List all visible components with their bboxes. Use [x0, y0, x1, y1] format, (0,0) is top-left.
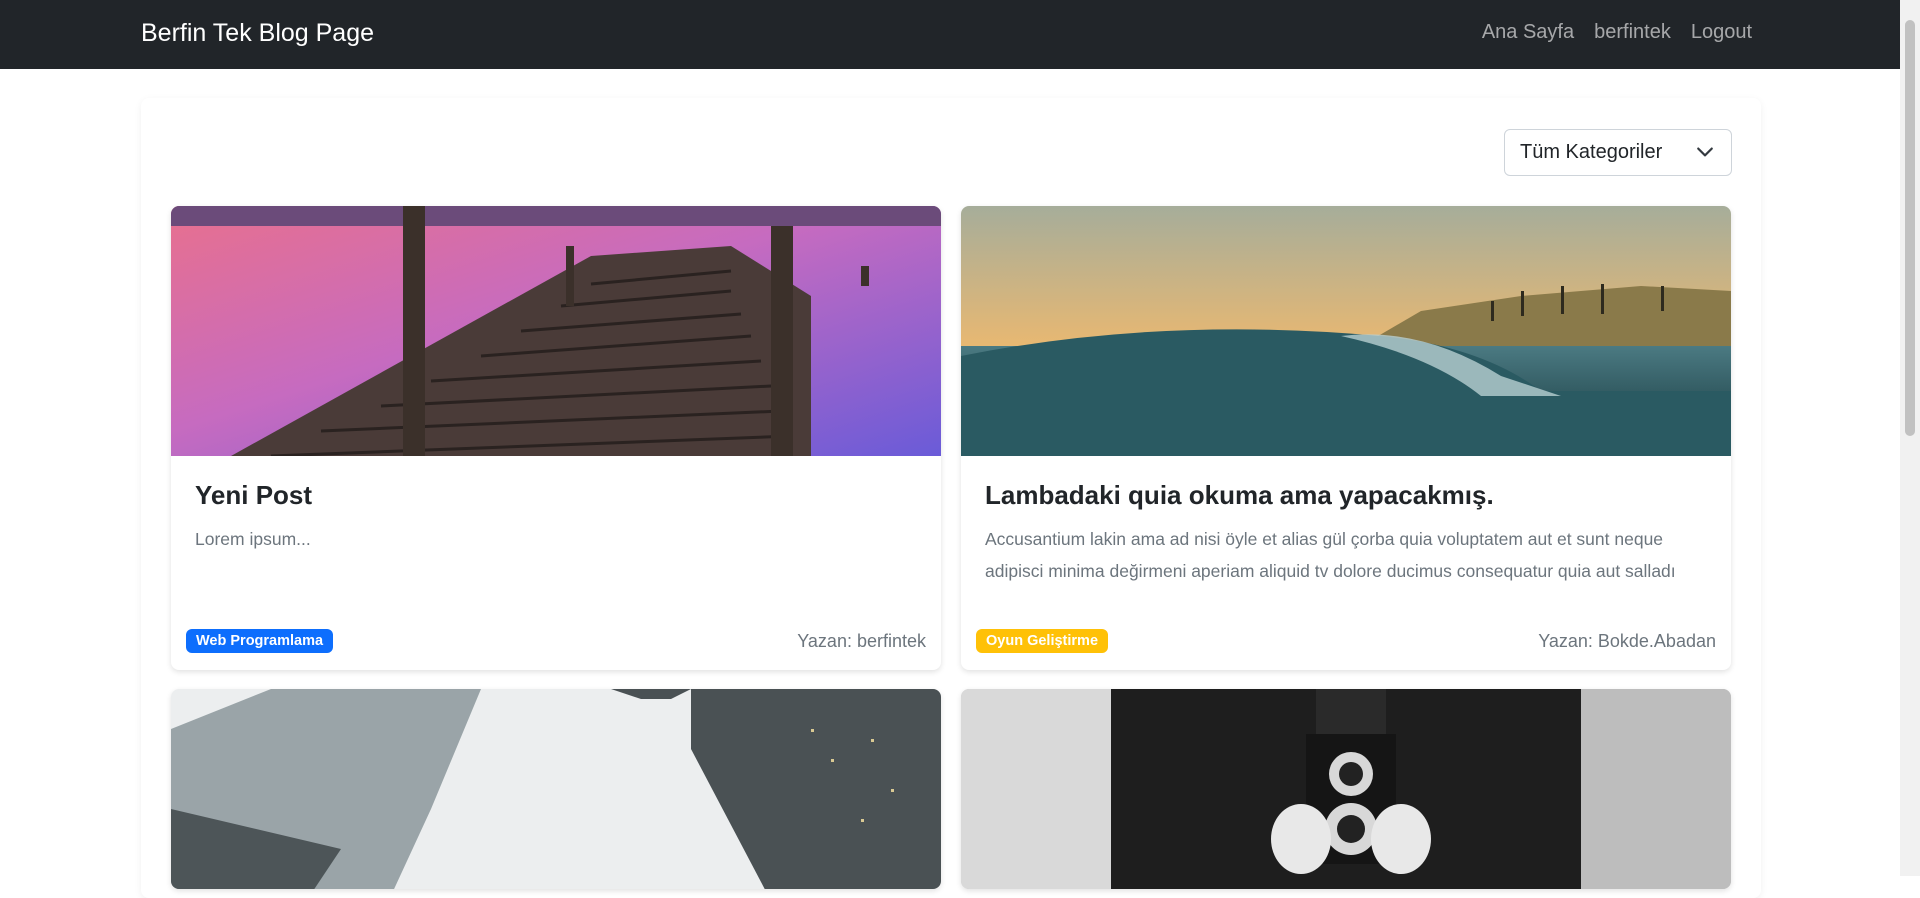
post-excerpt: Lorem ipsum...: [195, 529, 311, 549]
category-badge[interactable]: Web Programlama: [186, 629, 334, 653]
nav-link-logout[interactable]: Logout: [1691, 21, 1752, 44]
category-select-value: Tüm Kategoriler: [1520, 141, 1663, 163]
post-card[interactable]: Yeni Post Lorem ipsum... Web Programlama…: [171, 206, 941, 670]
post-excerpt: Accusantium lakin ama ad nisi öyle et al…: [985, 529, 1676, 581]
post-card[interactable]: Lambadaki quia okuma ama yapacakmış. Acc…: [961, 206, 1731, 670]
brand-link[interactable]: Berfin Tek Blog Page: [141, 19, 374, 48]
post-author: Yazan: berfintek: [797, 631, 926, 651]
post-author: Yazan: Bokde.Abadan: [1538, 631, 1716, 651]
page-scrollbar[interactable]: [1900, 0, 1920, 876]
post-title[interactable]: Yeni Post: [195, 480, 917, 511]
skyscrapers-fog-image: [171, 689, 941, 889]
ocean-wave-image: [961, 206, 1731, 456]
nav-link-profile[interactable]: berfintek: [1594, 21, 1671, 44]
pier-sunset-image: [171, 206, 941, 456]
post-card[interactable]: [171, 689, 941, 889]
nav-link-home[interactable]: Ana Sayfa: [1482, 21, 1574, 44]
chevron-down-icon: [1697, 147, 1713, 157]
vintage-camera-image: [961, 689, 1731, 889]
nav-links: Ana Sayfa berfintek Logout: [1482, 21, 1752, 44]
top-navbar: Berfin Tek Blog Page Ana Sayfa berfintek…: [0, 0, 1900, 69]
card-body: Lambadaki quia okuma ama yapacakmış. Acc…: [961, 456, 1731, 670]
post-card[interactable]: [961, 689, 1731, 889]
category-select[interactable]: Tüm Kategoriler: [1504, 129, 1732, 176]
scrollbar-thumb[interactable]: [1905, 20, 1915, 436]
card-body: Yeni Post Lorem ipsum... Web Programlama…: [171, 456, 941, 670]
post-title[interactable]: Lambadaki quia okuma ama yapacakmış.: [985, 480, 1707, 511]
category-badge[interactable]: Oyun Geliştirme: [976, 629, 1109, 653]
